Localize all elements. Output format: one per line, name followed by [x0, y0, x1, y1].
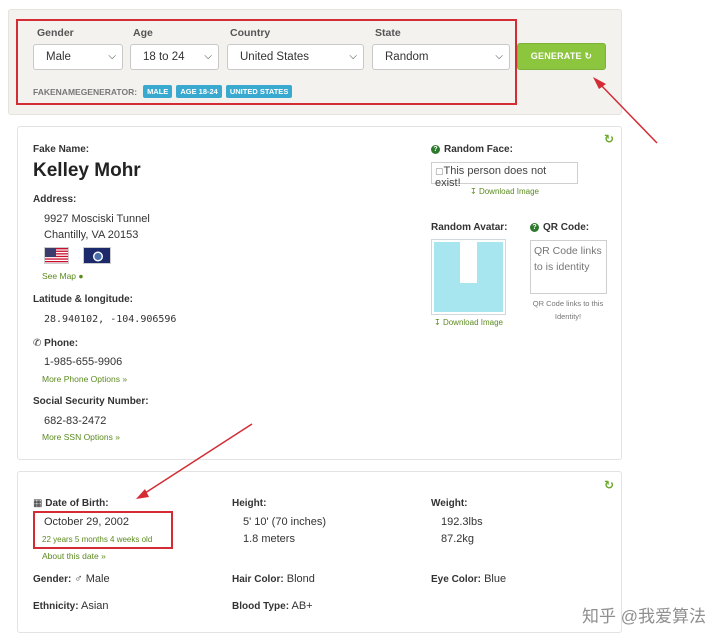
arrow-to-generate — [593, 77, 658, 144]
arrow-to-dob — [136, 423, 253, 499]
watermark: 知乎 @我爱算法 — [582, 607, 706, 626]
annotation-arrows — [136, 77, 658, 499]
